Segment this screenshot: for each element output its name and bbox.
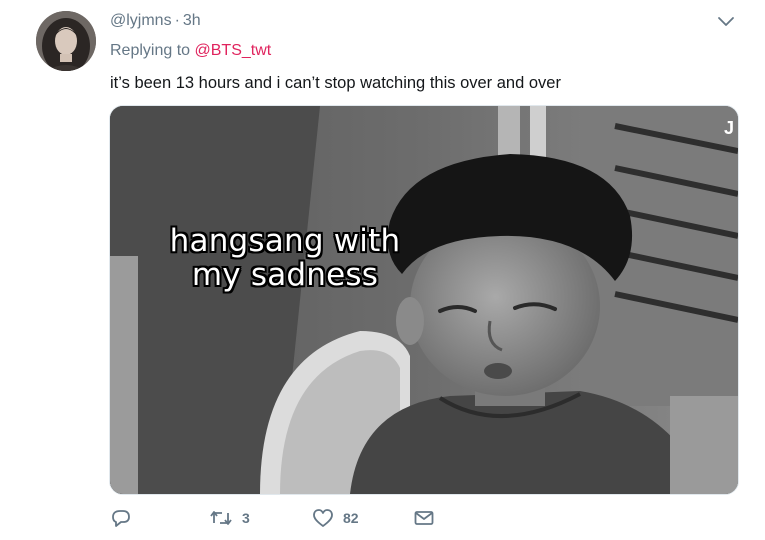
timestamp[interactable]: 3h: [183, 12, 201, 29]
reply-mention-link[interactable]: @BTS_twt: [195, 42, 272, 59]
tweet-header: @lyjmns · 3h: [110, 11, 201, 31]
media-caption: hangsang with my sadness: [110, 224, 460, 292]
chevron-down-icon[interactable]: [716, 14, 736, 30]
avatar[interactable]: [36, 11, 96, 71]
tweet-actions: 3 82: [110, 508, 710, 538]
tweet-text: it’s been 13 hours and i can’t stop watc…: [110, 74, 561, 92]
media-image: J: [110, 106, 738, 494]
media-corner-mark: J: [724, 118, 734, 138]
tweet-media[interactable]: J hangsang with my sadness: [109, 105, 739, 495]
retweet-icon: [209, 508, 233, 528]
like-count: 82: [343, 510, 359, 526]
separator-dot: ·: [174, 12, 180, 29]
avatar-image: [36, 11, 96, 71]
retweet-button[interactable]: 3: [209, 508, 250, 528]
replying-to-label: Replying to: [110, 42, 195, 59]
user-handle[interactable]: @lyjmns: [110, 12, 172, 29]
envelope-icon: [413, 508, 435, 528]
heart-icon: [312, 508, 334, 528]
tweet-card[interactable]: @lyjmns · 3h Replying to @BTS_twt it’s bee…: [0, 0, 765, 540]
reply-button[interactable]: [110, 508, 141, 528]
retweet-count: 3: [242, 510, 250, 526]
caption-line-2: my sadness: [191, 257, 379, 293]
caption-line-1: hangsang with: [169, 223, 401, 259]
replying-to: Replying to @BTS_twt: [110, 41, 271, 61]
reply-icon: [110, 508, 132, 528]
like-button[interactable]: 82: [312, 508, 359, 528]
direct-message-button[interactable]: [413, 508, 435, 528]
